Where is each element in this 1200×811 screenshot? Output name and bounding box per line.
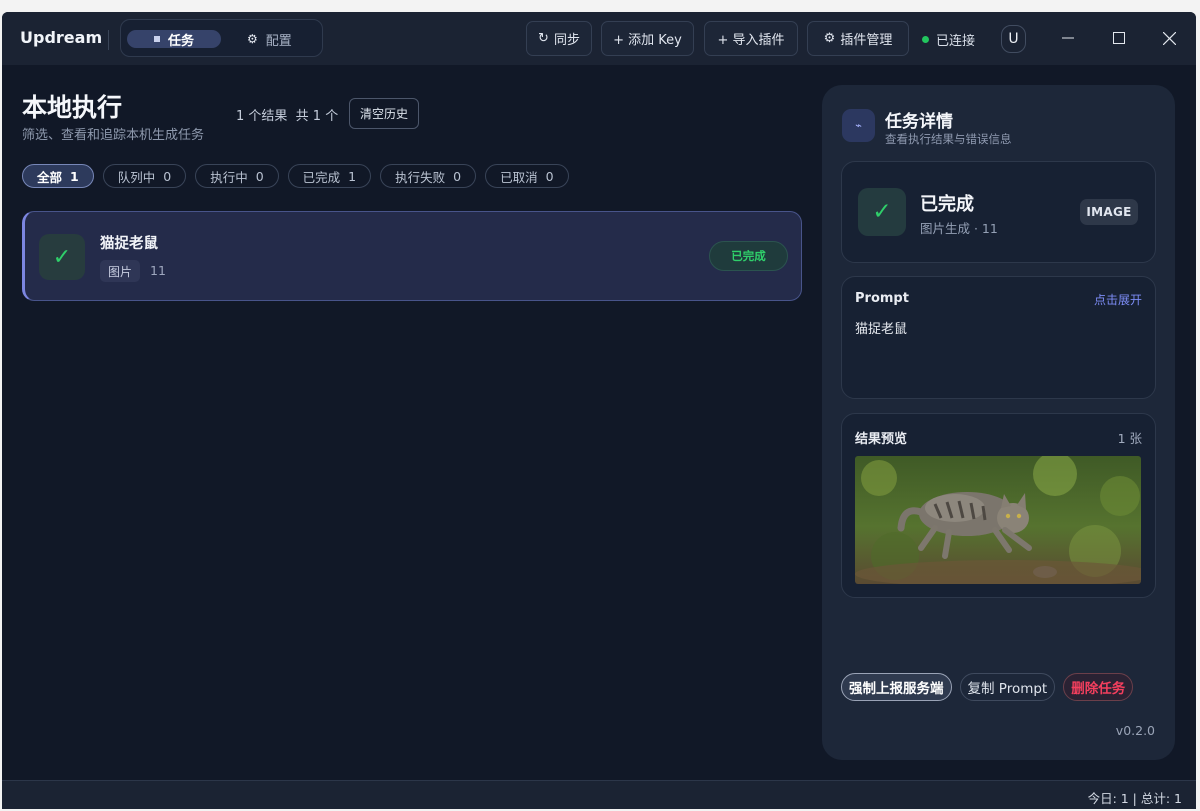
sync-button[interactable]: ↻ 同步 xyxy=(526,21,592,56)
clear-history-button[interactable]: 清空历史 xyxy=(349,98,419,129)
version-label: v0.2.0 xyxy=(1115,723,1155,738)
filter-completed[interactable]: 已完成 1 xyxy=(287,164,372,188)
plugin-manage-button[interactable]: ⚙ 插件管理 xyxy=(807,21,909,56)
titlebar: Updream 任务 ⚙ 配置 ↻ 同步 + 添加 Key + 导入插件 ⚙ 插… xyxy=(2,12,1196,65)
filter-count: 1 xyxy=(348,168,357,184)
filter-label: 执行失败 xyxy=(395,169,446,185)
preview-label: 结果预览 xyxy=(855,432,908,447)
tab-config-label: 配置 xyxy=(265,33,292,49)
check-icon: ✓ xyxy=(858,188,906,236)
connection-status: 已连接 xyxy=(922,30,975,49)
filter-count: 0 xyxy=(163,168,172,184)
add-key-label: + 添加 Key xyxy=(613,33,682,48)
tab-tasks[interactable]: 任务 xyxy=(127,30,221,49)
task-detail-panel: ⌁ 任务详情 查看执行结果与错误信息 ✓ 已完成 图片生成 · 11 IMAGE… xyxy=(822,85,1175,760)
minimize-button[interactable] xyxy=(1056,26,1080,50)
filter-running[interactable]: 执行中 0 xyxy=(195,164,279,188)
prompt-text: 猫捉老鼠 xyxy=(855,322,908,337)
filter-all[interactable]: 全部 1 xyxy=(22,164,94,188)
filter-failed[interactable]: 执行失败 0 xyxy=(380,164,477,188)
cat-image xyxy=(855,456,1141,584)
app-window: Updream 任务 ⚙ 配置 ↻ 同步 + 添加 Key + 导入插件 ⚙ 插… xyxy=(2,12,1196,809)
brand-logo: Updream xyxy=(20,28,103,47)
close-icon xyxy=(1162,31,1176,45)
delete-task-button[interactable]: 删除任务 xyxy=(1063,673,1134,701)
tasks-icon xyxy=(153,36,160,42)
task-type-tag: 图片 xyxy=(100,260,141,282)
copy-prompt-button[interactable]: 复制 Prompt xyxy=(959,673,1056,701)
tab-tasks-label: 任务 xyxy=(167,33,194,49)
result-count-value: 1 个结果 xyxy=(236,109,288,124)
filter-count: 1 xyxy=(70,168,79,184)
nav-group: 任务 ⚙ 配置 xyxy=(120,19,323,57)
check-icon: ✓ xyxy=(39,234,85,280)
preview-card: 结果预览 1 张 xyxy=(841,413,1156,598)
preview-count: 1 张 xyxy=(1117,431,1142,446)
total-count-value: 共 1 个 xyxy=(295,109,339,124)
filter-label: 已完成 xyxy=(302,169,341,185)
filter-label: 已取消 xyxy=(500,169,538,185)
detail-actions: 强制上报服务端 复制 Prompt 删除任务 xyxy=(841,673,1134,701)
status-badge: 已完成 xyxy=(709,241,788,271)
prompt-card: Prompt 点击展开 猫捉老鼠 xyxy=(841,276,1156,399)
sync-label: 同步 xyxy=(553,33,580,48)
filter-label: 全部 xyxy=(37,169,63,185)
status-bar: 今日: 1 | 总计: 1 xyxy=(2,780,1196,809)
status-text: 已完成 xyxy=(920,194,974,215)
gear-icon: ⚙ xyxy=(823,31,836,46)
tab-config[interactable]: ⚙ 配置 xyxy=(247,30,292,49)
filter-count: 0 xyxy=(255,168,264,184)
import-plugin-label: + 导入插件 xyxy=(717,33,785,48)
expand-link[interactable]: 点击展开 xyxy=(1094,291,1142,308)
maximize-button[interactable] xyxy=(1107,26,1131,50)
refresh-icon: ↻ xyxy=(538,31,549,46)
plugin-manage-label: 插件管理 xyxy=(840,33,893,48)
type-badge: IMAGE xyxy=(1080,199,1138,225)
force-report-button[interactable]: 强制上报服务端 xyxy=(841,673,952,701)
filter-count: 0 xyxy=(545,168,554,184)
prompt-label: Prompt xyxy=(855,291,909,306)
add-key-button[interactable]: + 添加 Key xyxy=(601,21,694,56)
close-button[interactable] xyxy=(1157,26,1181,50)
page-subtitle: 筛选、查看和追踪本机生成任务 xyxy=(22,128,205,143)
avatar[interactable]: U xyxy=(1001,25,1026,53)
bolt-icon: ⌁ xyxy=(842,109,875,142)
task-list-item[interactable]: ✓ 猫捉老鼠 图片 11 已完成 xyxy=(22,211,802,301)
gear-icon: ⚙ xyxy=(247,32,258,46)
page-title: 本地执行 xyxy=(22,93,123,122)
detail-subtitle: 查看执行结果与错误信息 xyxy=(885,132,1012,146)
brand-divider xyxy=(108,30,109,50)
status-dot-icon xyxy=(922,36,929,43)
connection-label: 已连接 xyxy=(936,34,976,49)
result-image[interactable] xyxy=(855,456,1141,584)
filter-label: 执行中 xyxy=(210,169,248,185)
status-card: ✓ 已完成 图片生成 · 11 IMAGE xyxy=(841,161,1156,263)
stats-text: 今日: 1 | 总计: 1 xyxy=(1087,791,1182,806)
task-title: 猫捉老鼠 xyxy=(100,236,158,252)
status-subtext: 图片生成 · 11 xyxy=(920,221,998,236)
detail-title: 任务详情 xyxy=(885,112,953,132)
maximize-icon xyxy=(1113,32,1125,44)
filter-label: 队列中 xyxy=(117,169,156,185)
result-count: 1 个结果 共 1 个 xyxy=(236,105,338,124)
filter-count: 0 xyxy=(453,168,462,184)
filter-bar: 全部 1 队列中 0 执行中 0 已完成 1 执行失败 0 已取消 0 xyxy=(22,164,569,188)
task-number: 11 xyxy=(150,263,166,278)
minimize-icon xyxy=(1062,37,1074,39)
filter-cancelled[interactable]: 已取消 0 xyxy=(485,164,569,188)
import-plugin-button[interactable]: + 导入插件 xyxy=(704,21,798,56)
filter-queued[interactable]: 队列中 0 xyxy=(102,164,187,188)
